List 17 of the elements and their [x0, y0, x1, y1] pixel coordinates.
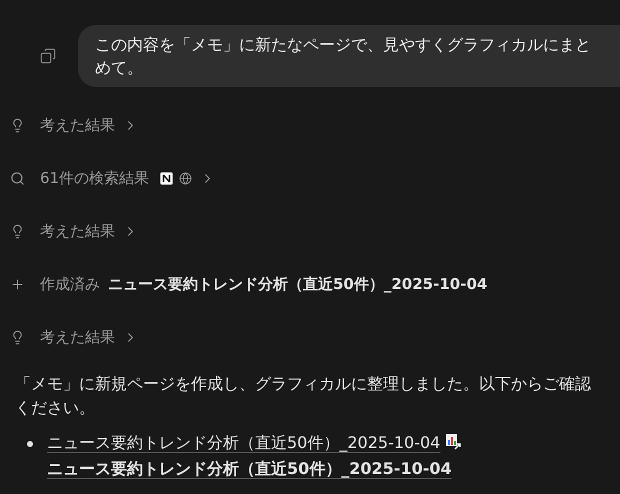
- page-link[interactable]: ニュース要約トレンド分析（直近50件）_2025-10-04: [47, 433, 440, 452]
- step-label[interactable]: 作成済み: [40, 273, 100, 296]
- step-label[interactable]: 考えた結果: [40, 220, 115, 243]
- page-title[interactable]: ニュース要約トレンド分析（直近50件）_2025-10-04: [108, 273, 488, 296]
- response-text: 「メモ」に新規ページを作成し、グラフィカルに整理しました。以下からご確認ください。: [15, 373, 592, 419]
- step-label[interactable]: 考えた結果: [40, 114, 115, 137]
- page-mention-link[interactable]: ニュース要約トレンド分析（直近50件）_2025-10-04: [47, 459, 452, 478]
- globe-icon: [179, 172, 192, 185]
- plus-icon: [10, 277, 25, 292]
- app-logo-icon: [160, 172, 174, 185]
- page-chart-icon: [445, 433, 462, 450]
- step-label[interactable]: 考えた結果: [40, 326, 115, 349]
- user-message: この内容を「メモ」に新たなページで、見やすくグラフィカルにまとめて。: [95, 34, 592, 79]
- step-label[interactable]: 61件の検索結果: [40, 167, 150, 190]
- bullet: [27, 441, 33, 447]
- copy-icon[interactable]: [40, 48, 56, 64]
- search-icon: [10, 171, 25, 186]
